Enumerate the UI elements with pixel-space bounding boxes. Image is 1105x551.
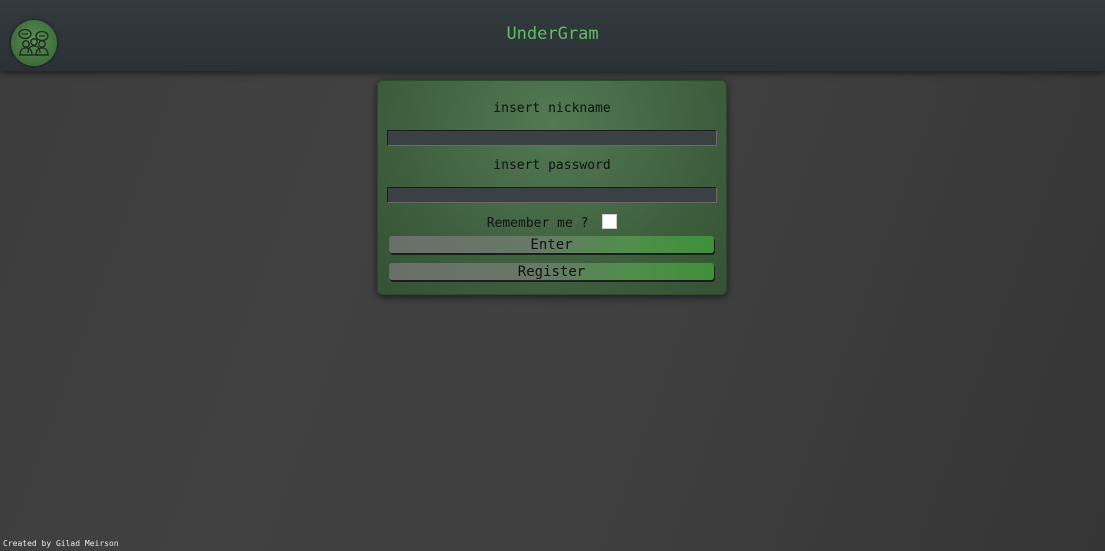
- top-header: UnderGram: [0, 0, 1105, 71]
- login-card: insert nickname insert password Remember…: [377, 80, 727, 295]
- app-title: UnderGram: [506, 24, 599, 44]
- footer-credit: Created by Gilad Meirson: [3, 539, 119, 548]
- password-input[interactable]: [387, 187, 717, 203]
- remember-me-label: Remember me ?: [486, 216, 589, 231]
- remember-me-row: Remember me ?: [378, 214, 726, 231]
- enter-button[interactable]: Enter: [389, 236, 714, 253]
- register-button[interactable]: Register: [389, 263, 714, 280]
- nickname-label: insert nickname: [493, 101, 611, 116]
- nickname-input[interactable]: [387, 130, 717, 146]
- remember-me-checkbox[interactable]: [602, 214, 618, 229]
- password-label: insert password: [493, 158, 611, 173]
